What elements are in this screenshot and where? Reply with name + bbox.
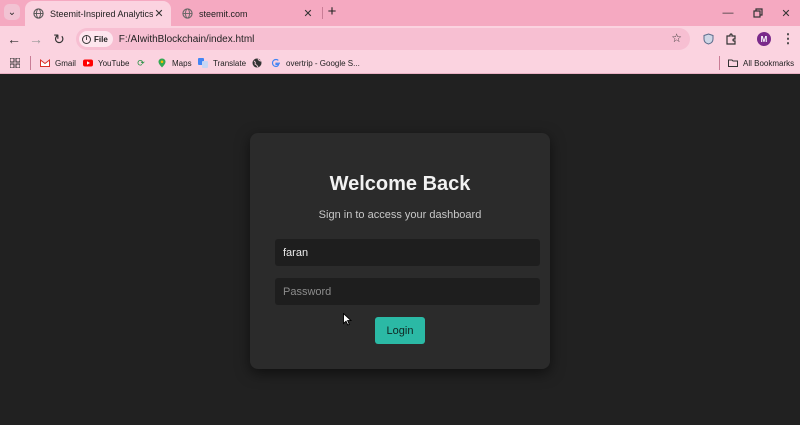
forward-button[interactable]: → (27, 30, 45, 48)
shield-icon (703, 33, 713, 45)
tab-title: Steemit-Inspired Analytics Dash (50, 8, 153, 19)
arrow-left-icon: ← (7, 31, 21, 47)
arrow-right-icon: → (29, 31, 43, 47)
bookmark-divider (719, 56, 720, 70)
username-input[interactable] (275, 239, 540, 266)
maps-icon (158, 58, 166, 68)
translate-icon (198, 58, 208, 68)
bookmark-label: Maps (172, 58, 192, 68)
close-icon: ✕ (781, 7, 791, 20)
puzzle-icon (726, 33, 736, 45)
login-card: Welcome Back Sign in to access your dash… (250, 133, 550, 369)
profile-avatar[interactable]: M (757, 32, 771, 46)
login-subtitle: Sign in to access your dashboard (318, 209, 482, 221)
close-tab-icon[interactable]: ✕ (302, 7, 314, 20)
toolbar: ← → ↻ i File F:/AIwithBlockchain/index.h… (0, 26, 800, 52)
page-content: Welcome Back Sign in to access your dash… (0, 75, 800, 425)
gmail-icon (40, 58, 50, 67)
tab-title: steemit.com (199, 8, 248, 19)
bookmark-overtrip[interactable]: overtrip - Google S... (271, 56, 360, 70)
new-tab-button[interactable]: + (325, 4, 339, 20)
tab-active[interactable]: Steemit-Inspired Analytics Dash ✕ (25, 1, 171, 26)
close-window-button[interactable]: ✕ (768, 0, 800, 26)
site-info-chip[interactable]: i File (79, 31, 113, 47)
apps-button[interactable] (10, 56, 25, 70)
bookmarks-bar: Gmail YouTube ⟳ Maps Translate overtrip … (0, 52, 800, 74)
globe-icon (33, 8, 44, 19)
sync-icon: ⟳ (137, 57, 145, 68)
reload-icon: ↻ (53, 30, 65, 47)
restore-icon (753, 8, 763, 18)
bookmark-label: Translate (213, 58, 247, 68)
bookmark-label: YouTube (98, 58, 130, 68)
bookmark-label: overtrip - Google S... (286, 58, 360, 68)
tab-divider (322, 7, 323, 19)
youtube-icon (83, 59, 93, 67)
close-tab-icon[interactable]: ✕ (153, 7, 165, 20)
mouse-cursor-icon (343, 313, 352, 326)
reload-button[interactable]: ↻ (50, 30, 68, 48)
login-button[interactable]: Login (375, 317, 425, 344)
minimize-icon: — (722, 7, 734, 19)
bookmark-sync[interactable]: ⟳ (136, 56, 151, 70)
bookmark-maps[interactable]: Maps (157, 56, 192, 70)
bookmark-youtube[interactable]: YouTube (83, 56, 129, 70)
chevron-down-icon: ⌄ (7, 6, 17, 18)
all-bookmarks-button[interactable]: All Bookmarks (728, 56, 794, 70)
login-title: Welcome Back (329, 173, 471, 195)
bookmark-label: Gmail (55, 58, 76, 68)
password-input[interactable] (275, 278, 540, 305)
menu-button[interactable]: ⋮ (780, 31, 796, 47)
tab-inactive[interactable]: steemit.com ✕ (174, 1, 320, 26)
bookmark-star-icon[interactable]: ☆ (671, 31, 682, 45)
apps-grid-icon (10, 58, 20, 68)
all-bookmarks-label: All Bookmarks (743, 58, 795, 68)
google-icon (271, 58, 280, 68)
folder-icon (728, 59, 738, 67)
kebab-menu-icon: ⋮ (781, 31, 795, 46)
bookmark-gmail[interactable]: Gmail (40, 56, 76, 70)
shield-extension-button[interactable] (700, 31, 716, 47)
bookmark-translate[interactable]: Translate (198, 56, 246, 70)
back-button[interactable]: ← (5, 30, 23, 48)
globe-icon (182, 8, 193, 19)
address-bar[interactable]: i File F:/AIwithBlockchain/index.html ☆ (76, 28, 690, 50)
tab-search-button[interactable]: ⌄ (4, 4, 20, 20)
site-info-label: File (94, 34, 108, 44)
url-text[interactable]: F:/AIwithBlockchain/index.html (119, 34, 255, 45)
extensions-button[interactable] (723, 31, 739, 47)
bookmark-globe[interactable] (252, 56, 267, 70)
info-icon: i (82, 34, 91, 44)
bookmark-divider (30, 56, 31, 70)
globe-icon (252, 58, 262, 68)
tab-strip: ⌄ Steemit-Inspired Analytics Dash ✕ stee… (0, 0, 800, 26)
